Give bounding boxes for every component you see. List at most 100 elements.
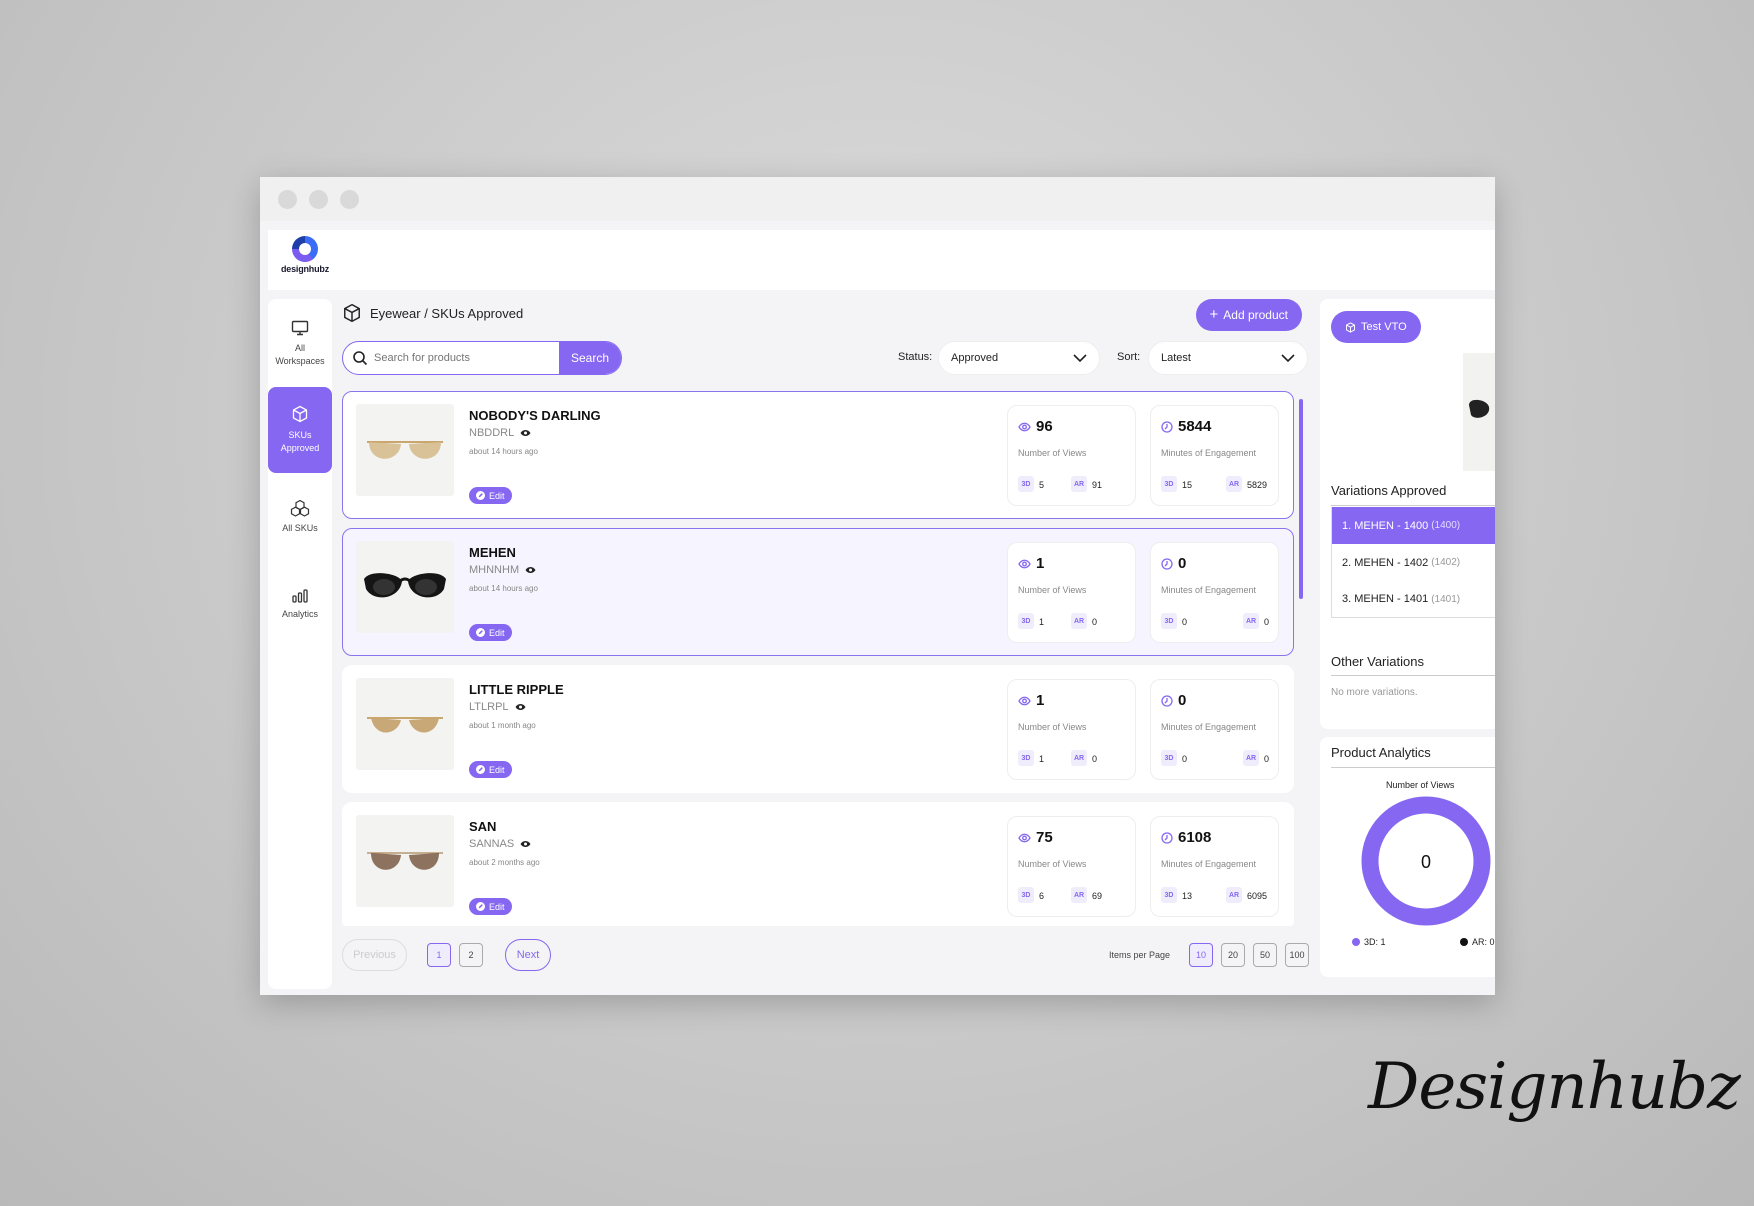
window-minimize-dot[interactable]	[309, 189, 328, 209]
product-card[interactable]: NOBODY'S DARLING NBDDRL about 14 hours ago…	[342, 391, 1294, 519]
chip-ar: AR	[1243, 750, 1259, 766]
page-size-50[interactable]: 50	[1253, 943, 1277, 967]
search-input[interactable]	[368, 352, 559, 364]
chip-ar: AR	[1071, 750, 1087, 766]
divider	[1331, 675, 1495, 676]
views-count: 1	[1018, 692, 1044, 709]
product-code: MHNNHM	[469, 564, 536, 576]
bar-chart-icon	[292, 589, 308, 603]
eye-icon[interactable]	[520, 840, 531, 848]
chip-3d: 3D	[1018, 613, 1034, 629]
chip-3d: 3D	[1018, 476, 1034, 492]
minutes-stat: 6108 Minutes of Engagement 3D 13 AR 6095	[1150, 816, 1279, 917]
minutes-count: 0	[1161, 692, 1186, 709]
chip-3d: 3D	[1018, 887, 1034, 903]
add-product-button[interactable]: + Add product	[1195, 299, 1302, 331]
chevron-down-icon	[1073, 354, 1087, 362]
app-window: designhubz All Workspaces SKUs Approved …	[260, 177, 1495, 995]
other-variations-title: Other Variations	[1331, 654, 1424, 669]
minutes-value: 0	[1178, 692, 1187, 709]
edit-icon	[476, 628, 485, 637]
views-count: 75	[1018, 829, 1053, 846]
brand-logo[interactable]: designhubz	[280, 236, 330, 274]
previous-button[interactable]: Previous	[342, 939, 407, 971]
views-ar-value: 91	[1092, 480, 1103, 490]
window-maximize-dot[interactable]	[340, 189, 359, 209]
sidebar-item-all-workspaces[interactable]: All Workspaces	[268, 301, 332, 387]
sidebar: All Workspaces SKUs Approved All SKUs An…	[268, 299, 332, 989]
views-count: 96	[1018, 418, 1053, 435]
variation-item[interactable]: 3. MEHEN - 1401 (1401)	[1331, 581, 1495, 618]
monitor-icon	[291, 320, 309, 336]
sidebar-item-analytics[interactable]: Analytics	[268, 561, 332, 647]
product-card[interactable]: LITTLE RIPPLE LTLRPL about 1 month ago Edit…	[342, 665, 1294, 793]
minutes-stat: 5844 Minutes of Engagement 3D 15 AR 5829	[1150, 405, 1279, 506]
product-card[interactable]: SAN SANNAS about 2 months ago Edit 75 Number …	[342, 802, 1294, 926]
search-button[interactable]: Search	[559, 342, 621, 374]
edit-button[interactable]: Edit	[469, 761, 512, 778]
chip-3d: 3D	[1018, 750, 1034, 766]
scrollbar[interactable]	[1299, 399, 1303, 599]
test-vto-button[interactable]: Test VTO	[1331, 311, 1421, 343]
legend-3d: 3D: 1	[1352, 937, 1386, 947]
sort-label: Sort:	[1117, 351, 1141, 363]
items-per-page-label: Items per Page	[1109, 950, 1171, 960]
minutes-label: Minutes of Engagement	[1161, 722, 1257, 732]
chart-title: Number of Views	[1386, 780, 1455, 790]
views-value: 75	[1036, 829, 1053, 846]
views-3d-value: 6	[1039, 891, 1045, 901]
page-size-20[interactable]: 20	[1221, 943, 1245, 967]
sidebar-item-label: Analytics	[281, 609, 318, 619]
edit-label: Edit	[489, 490, 505, 501]
eye-icon[interactable]	[515, 703, 526, 711]
status-select[interactable]: Approved	[938, 341, 1100, 375]
variation-item[interactable]: 1. MEHEN - 1400 (1400)	[1331, 507, 1495, 544]
variations-approved-title: Variations Approved	[1331, 483, 1447, 498]
views-stat: 1 Number of Views 3D 1 AR 0	[1007, 542, 1136, 643]
cube-icon	[1346, 321, 1355, 333]
sidebar-item-all-skus[interactable]: All SKUs	[268, 473, 332, 559]
variation-item[interactable]: 2. MEHEN - 1402 (1402)	[1331, 544, 1495, 581]
views-3d-value: 1	[1039, 754, 1045, 764]
chip-3d: 3D	[1161, 613, 1177, 629]
chip-ar: AR	[1071, 613, 1087, 629]
test-vto-label: Test VTO	[1361, 321, 1407, 333]
window-close-dot[interactable]	[278, 189, 297, 209]
page-size-100[interactable]: 100	[1285, 943, 1309, 967]
sort-select[interactable]: Latest	[1148, 341, 1308, 375]
views-ar-value: 69	[1092, 891, 1103, 901]
logo-text: designhubz	[281, 264, 329, 274]
variations-panel: Test VTO Variations Approved 1. MEHEN - …	[1320, 299, 1495, 729]
views-value: 1	[1036, 692, 1045, 709]
page-1-button[interactable]: 1	[427, 943, 451, 967]
edit-button[interactable]: Edit	[469, 487, 512, 504]
views-label: Number of Views	[1018, 585, 1087, 595]
views-donut-chart: 0	[1361, 796, 1491, 926]
views-value: 1	[1036, 555, 1045, 572]
breadcrumb-text: Eyewear / SKUs Approved	[370, 305, 524, 321]
product-list: NOBODY'S DARLING NBDDRL about 14 hours ago…	[342, 391, 1294, 926]
chip-ar: AR	[1243, 613, 1259, 629]
views-3d-value: 1	[1039, 617, 1045, 627]
product-preview-image	[1463, 353, 1495, 471]
product-analytics-panel: Product Analytics Number of Views 0 3D: …	[1320, 737, 1495, 977]
eye-icon[interactable]	[525, 566, 536, 574]
divider	[1331, 505, 1495, 506]
product-name: NOBODY'S DARLING	[469, 408, 601, 423]
product-timestamp: about 14 hours ago	[469, 447, 538, 456]
status-label: Status:	[898, 351, 933, 363]
sidebar-item-skus-approved[interactable]: SKUs Approved	[268, 387, 332, 473]
product-card[interactable]: MEHEN MHNNHM about 14 hours ago Edit 1 Number…	[342, 528, 1294, 656]
page-2-button[interactable]: 2	[459, 943, 483, 967]
minutes-3d-value: 13	[1182, 891, 1193, 901]
cubes-icon	[290, 499, 310, 517]
eye-icon[interactable]	[520, 429, 531, 437]
logo-mark-icon	[292, 236, 318, 262]
minutes-label: Minutes of Engagement	[1161, 859, 1257, 869]
no-variations-text: No more variations.	[1331, 687, 1418, 698]
next-button[interactable]: Next	[505, 939, 551, 971]
divider	[1331, 767, 1495, 768]
edit-button[interactable]: Edit	[469, 624, 512, 641]
edit-button[interactable]: Edit	[469, 898, 512, 915]
page-size-10[interactable]: 10	[1189, 943, 1213, 967]
